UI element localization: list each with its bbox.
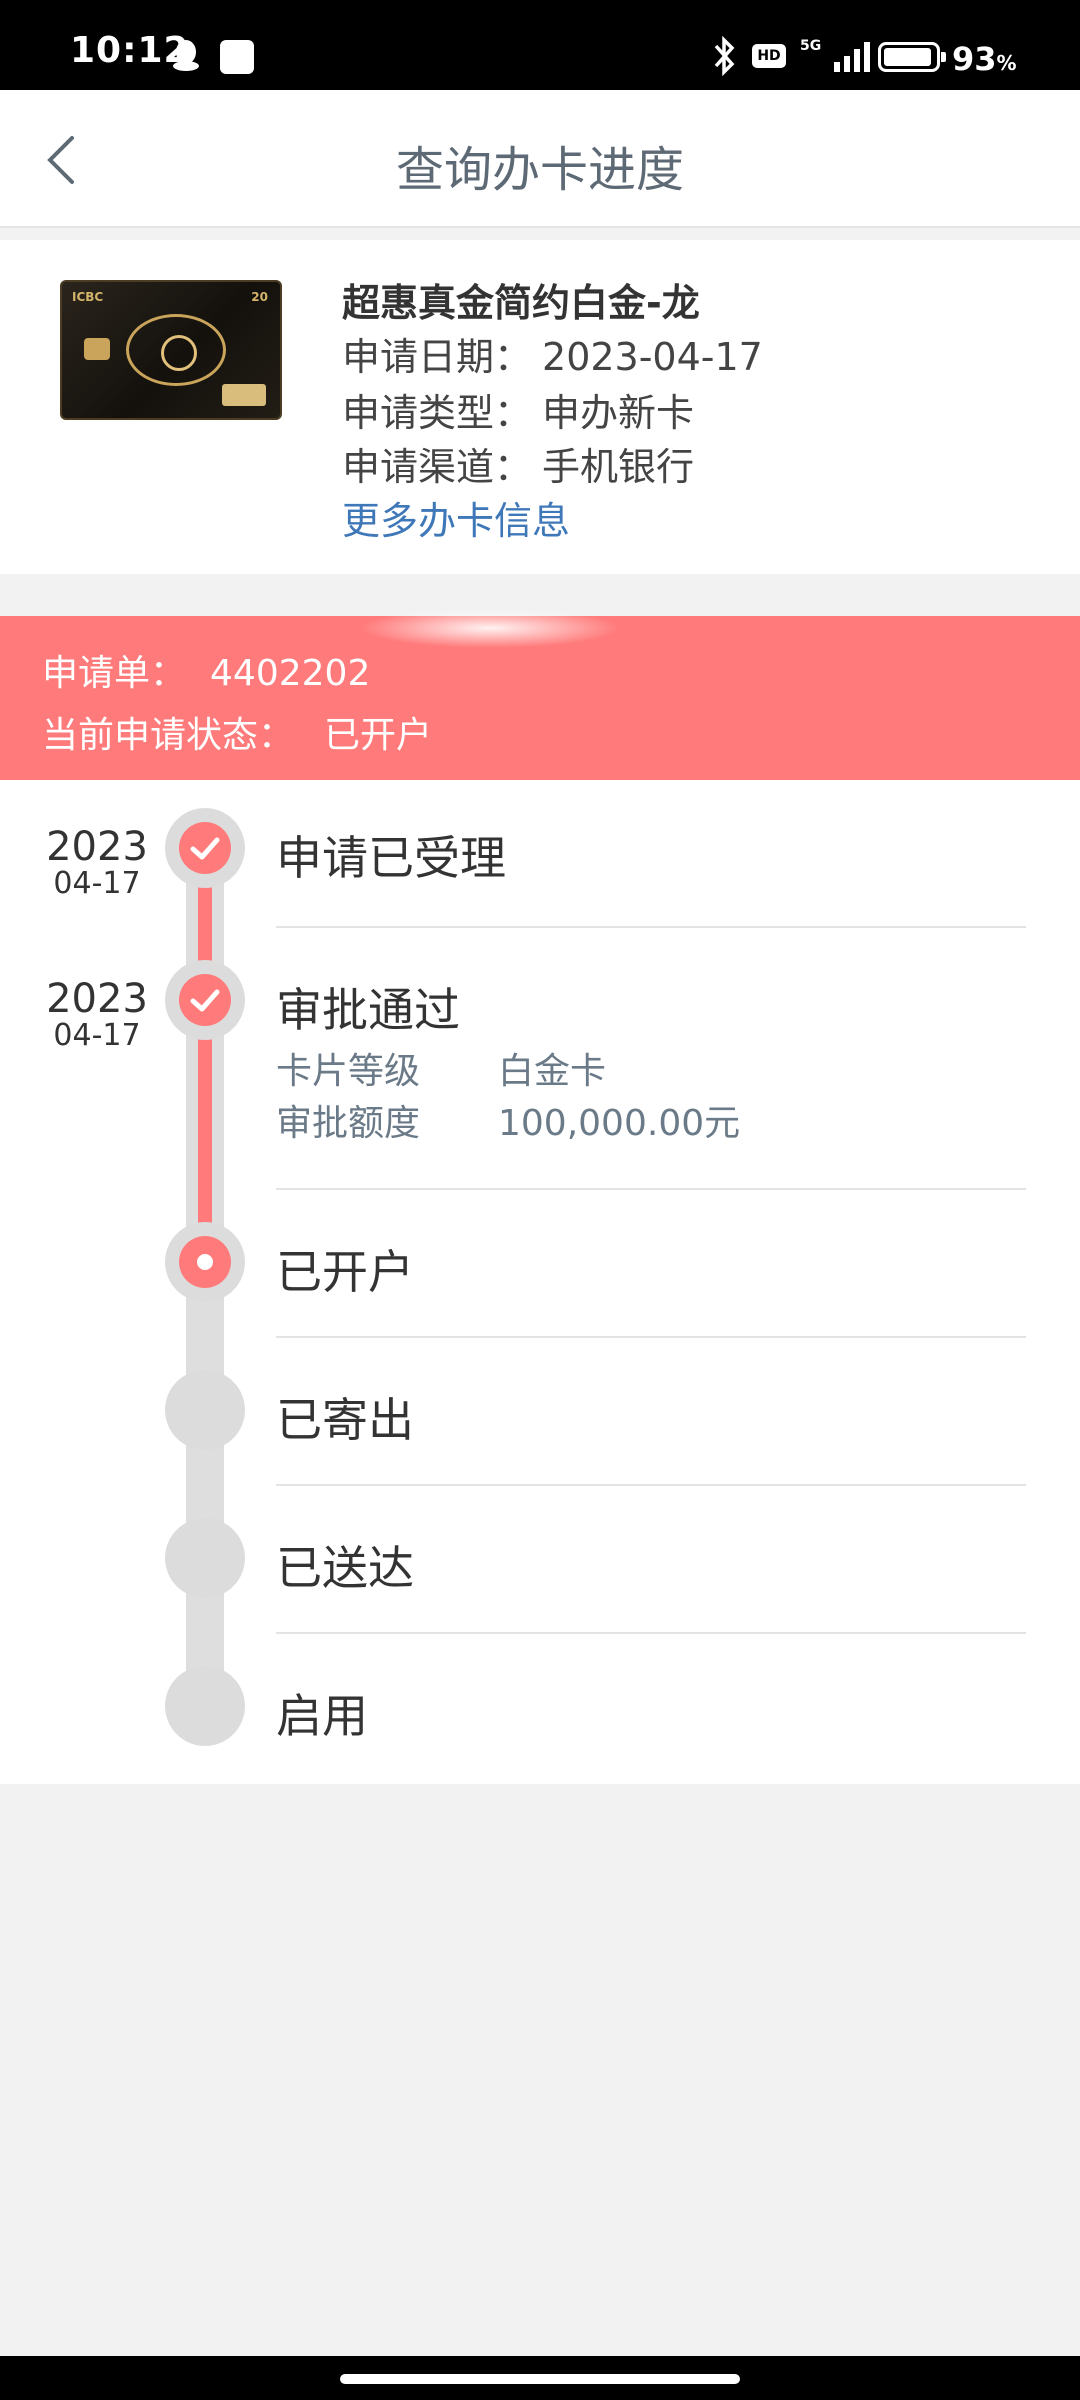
current-status-label: 当前申请状态：: [42, 715, 295, 756]
apply-type-value: 申办新卡: [542, 391, 695, 435]
battery-percent: 93%: [952, 40, 1017, 78]
page-title: 查询办卡进度: [395, 142, 684, 198]
application-number: 4402202: [210, 653, 371, 694]
check-icon: [190, 989, 220, 1012]
step-title: 审批通过: [276, 983, 460, 1037]
card-level-label: 卡片等级: [276, 1051, 421, 1092]
step-pending-node: [165, 1518, 245, 1598]
card-info-section: ICBC 20 超惠真金简约白金-龙 申请日期： 2023-04-17 申请类型：…: [0, 240, 1080, 574]
step-divider: [276, 1632, 1026, 1634]
step-year: 2023: [46, 976, 148, 1022]
notification-app-icon: [220, 40, 254, 74]
card-level-row: 卡片等级 白金卡: [276, 1042, 606, 1094]
step-date: 2023 04-17: [42, 976, 152, 1053]
step-done-node: [165, 960, 245, 1040]
apply-type-label: 申请类型：: [342, 391, 533, 435]
step-title: 已寄出: [276, 1393, 414, 1447]
card-level-value: 白金卡: [498, 1051, 607, 1092]
card-chip: [84, 338, 110, 360]
current-status-row: 当前申请状态： 已开户: [42, 706, 432, 758]
step-title: 已开户: [276, 1245, 414, 1299]
status-bar: 10:12 HD 5G 93%: [0, 0, 1080, 90]
credit-limit-row: 审批额度 100,000.00元: [276, 1094, 740, 1146]
apply-date-label: 申请日期：: [342, 335, 533, 379]
card-image-brand: ICBC: [72, 290, 104, 304]
step-title: 已送达: [276, 1541, 414, 1595]
step-done-node: [165, 808, 245, 888]
dragon-emblem-icon: [126, 314, 226, 386]
credit-limit-label: 审批额度: [276, 1103, 421, 1144]
card-image: ICBC 20: [60, 280, 282, 420]
more-card-info-link[interactable]: 更多办卡信息: [342, 490, 570, 545]
home-indicator[interactable]: [340, 2374, 740, 2384]
signal-icon: [834, 42, 870, 72]
current-status-value: 已开户: [324, 715, 433, 756]
apply-date-line: 申请日期： 2023-04-17: [342, 326, 763, 381]
check-icon: [190, 837, 220, 860]
step-divider: [276, 926, 1026, 928]
step-month-day: 04-17: [53, 1018, 141, 1053]
step-divider: [276, 1188, 1026, 1190]
step-date: 2023 04-17: [42, 824, 152, 901]
application-number-label: 申请单：: [42, 653, 187, 694]
step-title: 申请已受理: [276, 831, 506, 885]
hd-badge: HD: [752, 44, 786, 68]
application-status-banner: 申请单： 4402202 当前申请状态： 已开户: [0, 608, 1080, 780]
step-current-node: [165, 1222, 245, 1302]
bluetooth-icon: [714, 36, 735, 76]
apply-channel-label: 申请渠道：: [342, 445, 533, 489]
application-number-row: 申请单： 4402202: [42, 644, 370, 696]
step-divider: [276, 1484, 1026, 1486]
card-network-logo: [222, 384, 266, 406]
apply-type-line: 申请类型： 申办新卡: [342, 382, 694, 437]
qq-icon: [173, 40, 199, 71]
step-month-day: 04-17: [53, 866, 141, 901]
progress-timeline: 2023 04-17 申请已受理 2023 04-17 审批通过 卡片等级 白金卡…: [0, 780, 1080, 1784]
step-title: 启用: [276, 1689, 368, 1743]
apply-channel-value: 手机银行: [542, 445, 695, 489]
step-year: 2023: [46, 824, 148, 870]
battery-icon: [878, 42, 946, 72]
credit-limit-value: 100,000.00元: [498, 1103, 741, 1144]
gesture-nav-bar: [0, 2356, 1080, 2400]
card-image-number: 20: [251, 290, 268, 304]
step-pending-node: [165, 1370, 245, 1450]
page-header: 查询办卡进度: [0, 90, 1080, 228]
step-divider: [276, 1336, 1026, 1338]
apply-date-value: 2023-04-17: [542, 335, 763, 379]
step-pending-node: [165, 1666, 245, 1746]
redaction-smudge: [360, 608, 620, 648]
network-type: 5G: [800, 38, 822, 54]
apply-channel-line: 申请渠道： 手机银行: [342, 436, 694, 491]
timeline-progress-fill: [198, 846, 212, 1256]
card-name: 超惠真金简约白金-龙: [342, 281, 700, 325]
